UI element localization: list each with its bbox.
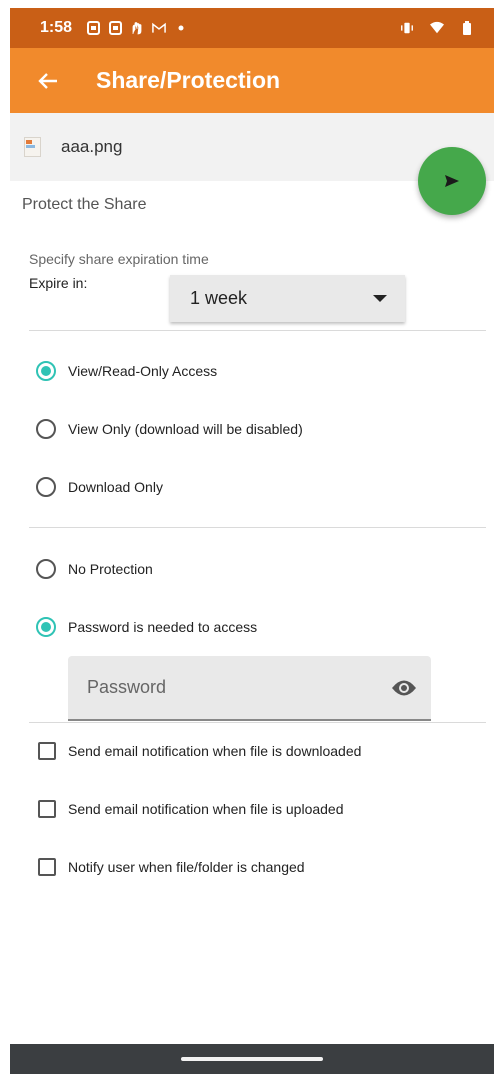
checkbox[interactable] — [38, 800, 56, 818]
status-time: 1:58 — [40, 19, 73, 36]
radio-download-only[interactable]: Download Only — [36, 477, 163, 497]
image-file-icon — [24, 137, 41, 157]
radio-label: No Protection — [68, 561, 153, 577]
checkbox-label: Send email notification when file is upl… — [68, 801, 344, 817]
checkbox-notify-downloaded[interactable]: Send email notification when file is dow… — [38, 742, 361, 760]
gesture-icon — [130, 21, 144, 35]
radio-view-read-only[interactable]: View/Read-Only Access — [36, 361, 217, 381]
radio-label: View Only (download will be disabled) — [68, 421, 303, 437]
checkbox[interactable] — [38, 742, 56, 760]
radio-button[interactable] — [36, 419, 56, 439]
divider — [29, 527, 486, 528]
dot-icon — [174, 21, 188, 35]
expire-label: Expire in: — [29, 275, 88, 291]
expire-dropdown[interactable]: 1 week — [170, 275, 405, 322]
password-placeholder: Password — [87, 677, 167, 697]
checkbox-notify-changed[interactable]: Notify user when file/folder is changed — [38, 858, 305, 876]
file-name: aaa.png — [61, 137, 123, 156]
send-icon — [445, 175, 459, 187]
radio-button[interactable] — [36, 361, 56, 381]
checkbox[interactable] — [38, 858, 56, 876]
checkbox-label: Notify user when file/folder is changed — [68, 859, 305, 875]
sim-icon — [108, 21, 122, 35]
password-field[interactable]: Password — [68, 656, 431, 721]
checkbox-notify-uploaded[interactable]: Send email notification when file is upl… — [38, 800, 344, 818]
page-title: Share/Protection — [96, 67, 281, 93]
status-bar: 1:58 — [10, 8, 494, 48]
back-button[interactable] — [18, 48, 78, 113]
section-title: Protect the Share — [22, 196, 147, 213]
divider — [29, 722, 486, 723]
radio-label: Download Only — [68, 479, 163, 495]
expire-caption: Specify share expiration time — [29, 251, 209, 267]
radio-password-protection[interactable]: Password is needed to access — [36, 617, 257, 637]
vibrate-icon — [400, 21, 414, 35]
radio-label: View/Read-Only Access — [68, 363, 218, 379]
battery-icon — [460, 20, 474, 35]
wifi-icon — [430, 21, 444, 35]
checkbox-label: Send email notification when file is dow… — [68, 743, 362, 759]
app-bar: Share/Protection — [10, 48, 494, 113]
chevron-down-icon — [373, 295, 387, 302]
radio-no-protection[interactable]: No Protection — [36, 559, 153, 579]
navigation-bar — [10, 1044, 494, 1074]
radio-button[interactable] — [36, 617, 56, 637]
expire-value: 1 week — [190, 288, 248, 308]
radio-button[interactable] — [36, 477, 56, 497]
radio-label: Password is needed to access — [68, 619, 258, 635]
arrow-left-icon — [38, 72, 57, 89]
eye-icon[interactable] — [391, 679, 417, 697]
radio-button[interactable] — [36, 559, 56, 579]
send-button[interactable] — [418, 147, 486, 215]
gmail-icon — [152, 21, 166, 35]
divider — [29, 330, 486, 331]
home-gesture-handle[interactable] — [181, 1057, 323, 1061]
sim-icon — [86, 21, 100, 35]
radio-view-only[interactable]: View Only (download will be disabled) — [36, 419, 303, 439]
